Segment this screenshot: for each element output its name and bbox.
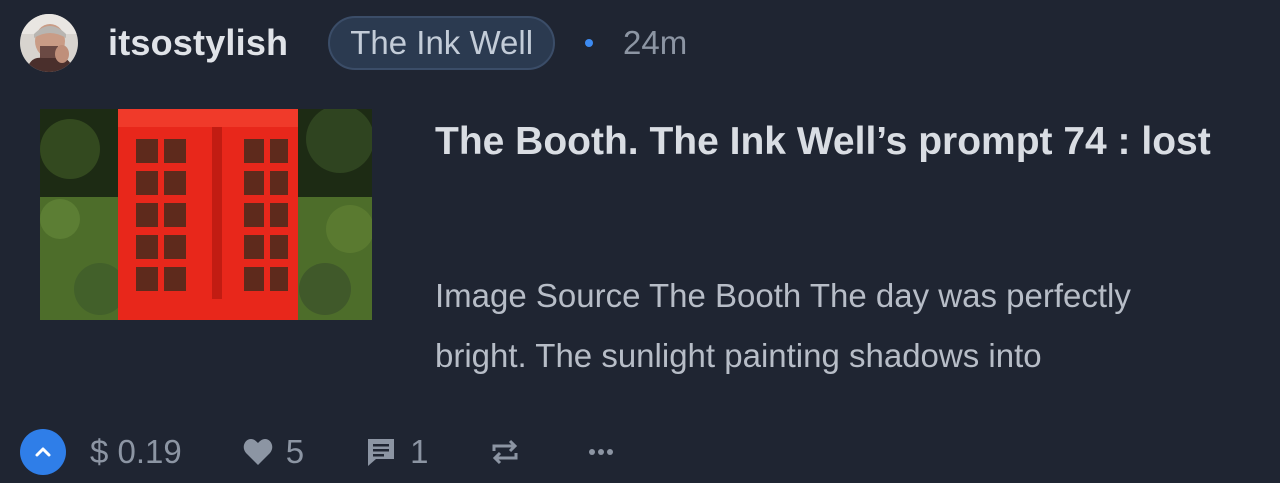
repeat-icon bbox=[492, 439, 518, 465]
post-thumbnail[interactable] bbox=[40, 109, 372, 320]
post-time: 24m bbox=[623, 24, 688, 61]
excerpt-line-2: bright. The sunlight painting shadows in… bbox=[435, 337, 1042, 374]
comment-icon bbox=[368, 439, 395, 466]
likes-count: 5 bbox=[285, 433, 305, 470]
post-title[interactable]: The Booth. The Ink Well’s prompt 74 : lo… bbox=[435, 108, 1255, 176]
comments-count: 1 bbox=[410, 433, 429, 470]
post-card: itsostylish The Ink Well 24m The Booth. … bbox=[0, 0, 1280, 483]
more-options-button[interactable] bbox=[588, 447, 614, 457]
excerpt-line-1: Image Source The Booth The day was perfe… bbox=[435, 277, 1131, 314]
upvote-button[interactable] bbox=[20, 429, 66, 475]
ellipsis-icon bbox=[589, 449, 614, 455]
avatar[interactable] bbox=[20, 14, 78, 72]
payout-value[interactable]: $ 0.19 bbox=[90, 433, 182, 471]
separator-dot bbox=[585, 39, 594, 47]
comments-button[interactable]: 1 bbox=[366, 433, 428, 471]
post-footer: $ 0.19 5 1 bbox=[20, 428, 614, 476]
heart-icon bbox=[243, 439, 273, 465]
phone-booth-image bbox=[40, 109, 372, 320]
chevron-up-icon bbox=[35, 447, 51, 457]
post-header: itsostylish The Ink Well 24m bbox=[20, 14, 687, 72]
post-excerpt[interactable]: Image Source The Booth The day was perfe… bbox=[435, 266, 1280, 386]
reblog-button[interactable] bbox=[490, 437, 520, 467]
likes-button[interactable]: 5 bbox=[242, 433, 304, 471]
author-name[interactable]: itsostylish bbox=[108, 22, 288, 64]
avatar-photo bbox=[20, 14, 78, 72]
community-tag[interactable]: The Ink Well bbox=[328, 16, 556, 70]
